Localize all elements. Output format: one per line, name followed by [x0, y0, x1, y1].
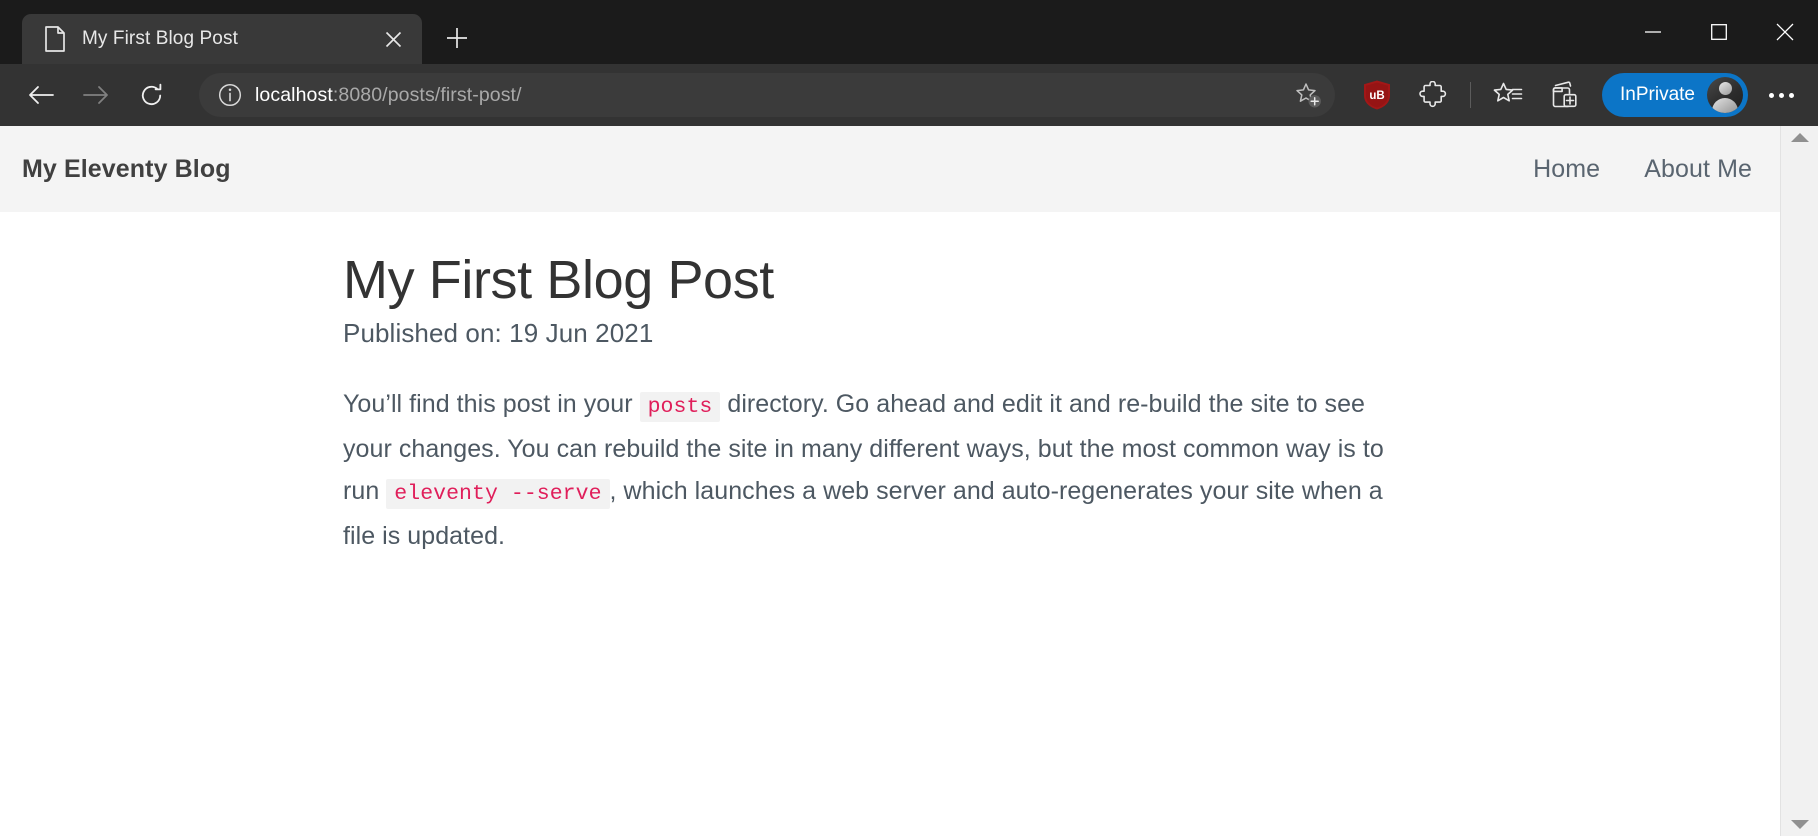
back-arrow-icon[interactable]: [18, 72, 64, 118]
tab-title: My First Blog Post: [82, 28, 238, 49]
web-page: My Eleventy Blog Home About Me My First …: [0, 126, 1780, 836]
profile-avatar-icon[interactable]: [1707, 77, 1743, 113]
info-circle-icon[interactable]: [213, 78, 247, 112]
window-controls: [1620, 0, 1818, 64]
scroll-down-arrow-icon[interactable]: [1790, 820, 1809, 829]
page-scrollbar[interactable]: [1780, 126, 1818, 836]
toolbar-divider: [1470, 82, 1472, 108]
browser-window: My First Blog Post localhost:8080/posts/…: [0, 0, 1818, 836]
post-title: My First Blog Post: [343, 250, 774, 310]
close-icon[interactable]: [378, 24, 408, 54]
browser-tab[interactable]: My First Blog Post: [22, 14, 422, 64]
site-nav: Home About Me: [1533, 155, 1752, 184]
svg-text:uB: uB: [1369, 90, 1384, 102]
tab-strip: My First Blog Post: [0, 0, 478, 64]
minimize-icon[interactable]: [1620, 0, 1686, 64]
browser-toolbar: localhost:8080/posts/first-post/ uB InPr…: [0, 64, 1818, 126]
document-icon: [44, 26, 66, 52]
post-body: You’ll find this post in your posts dire…: [343, 383, 1400, 557]
url-host: localhost: [255, 83, 333, 106]
site-title: My Eleventy Blog: [22, 154, 231, 183]
refresh-icon[interactable]: [128, 72, 174, 118]
site-header: My Eleventy Blog Home About Me: [0, 126, 1780, 212]
scrollbar-track[interactable]: [1781, 142, 1818, 820]
close-icon[interactable]: [1752, 0, 1818, 64]
star-plus-icon[interactable]: [1289, 76, 1327, 114]
nav-link-home[interactable]: Home: [1533, 155, 1600, 184]
more-options-icon[interactable]: [1758, 72, 1804, 118]
inline-code-posts: posts: [639, 392, 721, 423]
maximize-icon[interactable]: [1686, 0, 1752, 64]
new-tab-button[interactable]: [436, 17, 478, 59]
page-viewport: My Eleventy Blog Home About Me My First …: [0, 126, 1818, 836]
url-path: :8080/posts/first-post/: [332, 83, 522, 106]
post-body-segment-1: You’ll find this post in your: [343, 390, 633, 419]
blog-post-article: My First Blog Post Published on: 19 Jun …: [0, 212, 1400, 557]
post-published-date: Published on: 19 Jun 2021: [343, 318, 654, 349]
puzzle-piece-icon[interactable]: [1410, 72, 1456, 118]
collections-icon[interactable]: [1541, 72, 1587, 118]
inline-code-eleventy-serve: eleventy --serve: [386, 479, 610, 510]
title-bar: My First Blog Post: [0, 0, 1818, 64]
url-text[interactable]: localhost:8080/posts/first-post/: [255, 84, 1289, 107]
inprivate-profile-button[interactable]: InPrivate: [1602, 73, 1748, 117]
nav-link-about-me[interactable]: About Me: [1644, 155, 1752, 184]
scroll-up-arrow-icon[interactable]: [1790, 133, 1809, 142]
ublock-origin-shield-icon[interactable]: uB: [1354, 72, 1400, 118]
forward-arrow-icon[interactable]: [73, 72, 119, 118]
favorites-star-list-icon[interactable]: [1485, 72, 1531, 118]
more-dots: [1768, 92, 1794, 98]
inprivate-label: InPrivate: [1620, 84, 1695, 105]
address-bar[interactable]: localhost:8080/posts/first-post/: [199, 73, 1336, 117]
